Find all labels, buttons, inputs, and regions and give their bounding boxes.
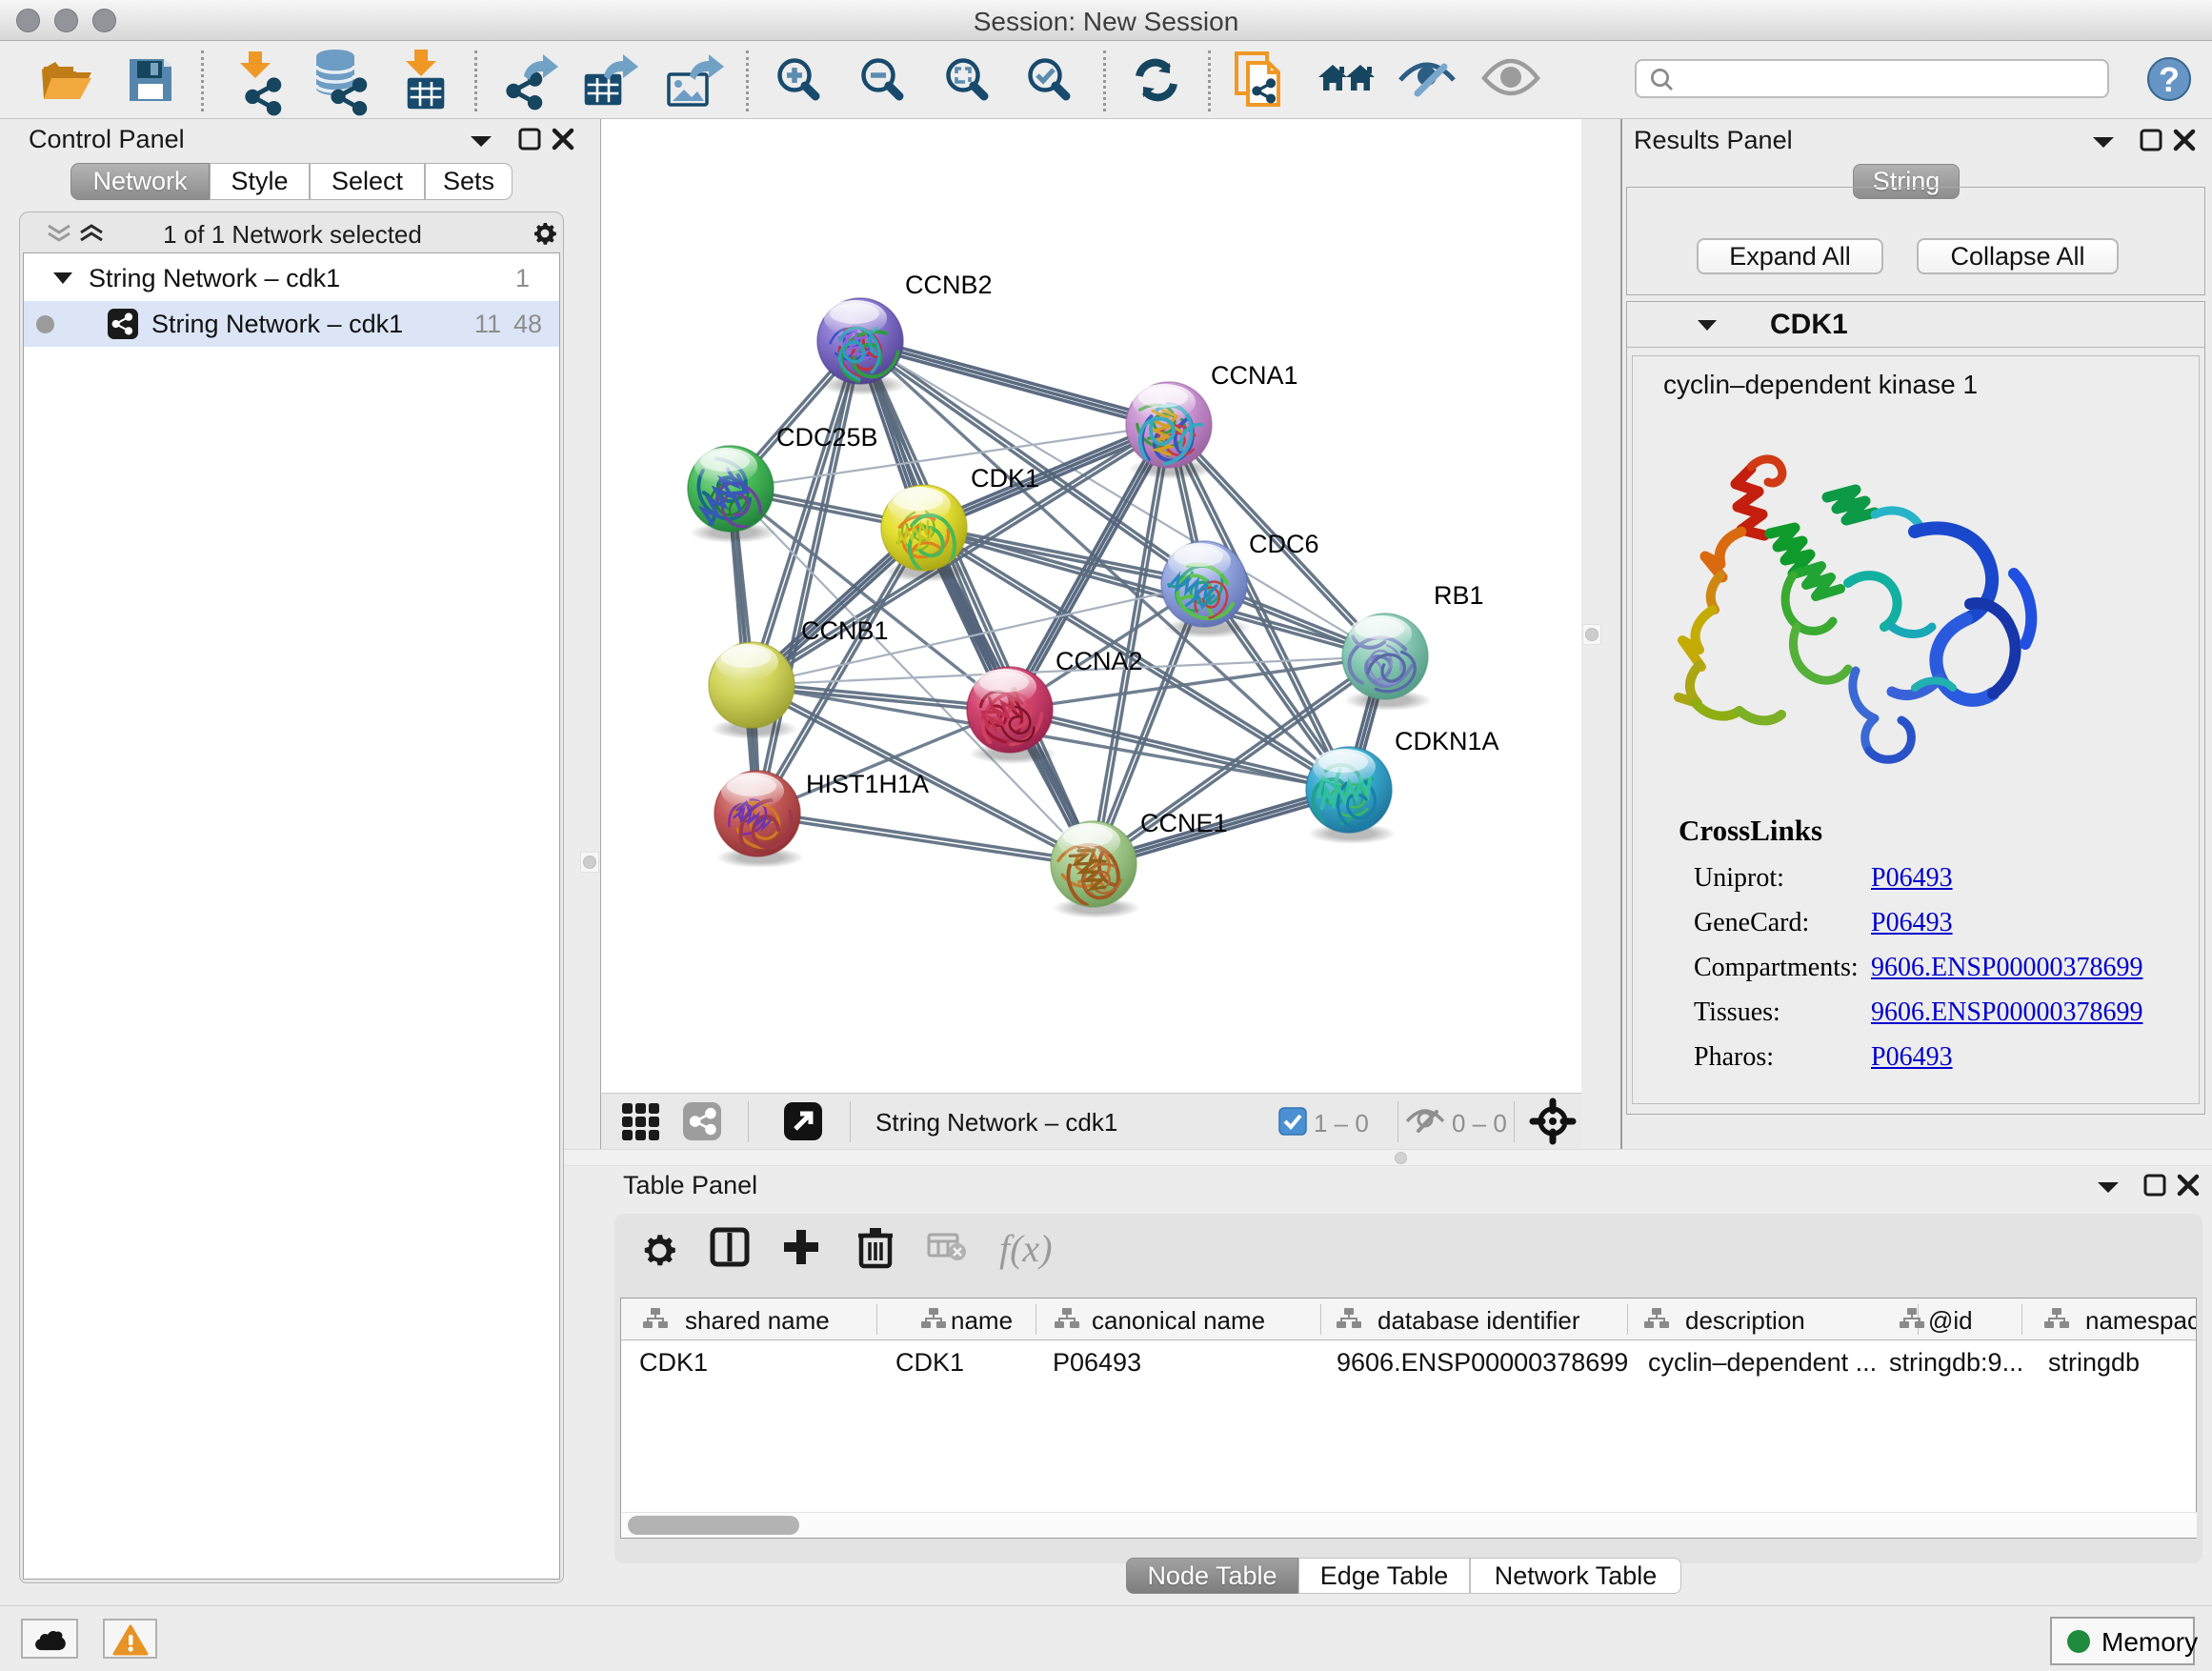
svg-text:RB1: RB1 xyxy=(1434,581,1484,610)
svg-text:CCNA1: CCNA1 xyxy=(1211,361,1298,390)
svg-text:CDC25B: CDC25B xyxy=(776,423,878,452)
svg-text:CDC6: CDC6 xyxy=(1249,530,1319,558)
svg-text:CDK1: CDK1 xyxy=(971,464,1039,493)
svg-text:CCNA2: CCNA2 xyxy=(1056,647,1143,675)
svg-text:?: ? xyxy=(2159,60,2180,99)
svg-text:CCNE1: CCNE1 xyxy=(1140,809,1228,837)
svg-text:CCNB2: CCNB2 xyxy=(905,271,993,299)
svg-text:CDKN1A: CDKN1A xyxy=(1395,727,1499,755)
svg-text:f(x): f(x) xyxy=(999,1227,1053,1270)
svg-text:HIST1H1A: HIST1H1A xyxy=(806,770,929,798)
svg-text:CCNB1: CCNB1 xyxy=(801,616,889,645)
